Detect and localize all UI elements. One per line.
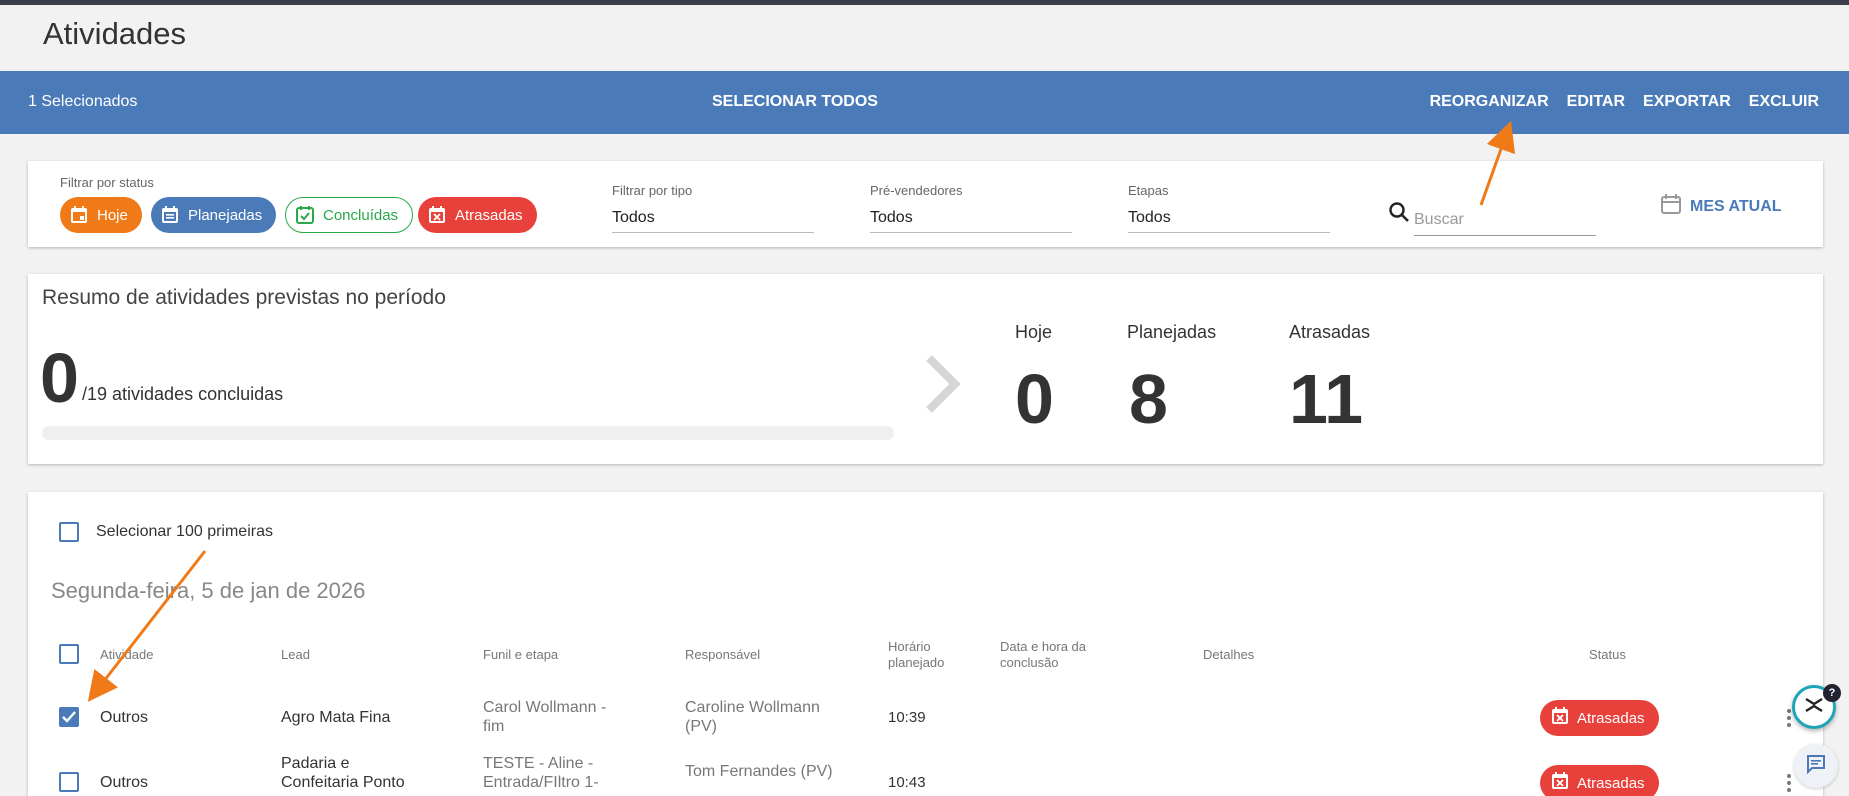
preseller-filter-label: Pré-vendedores (870, 183, 963, 198)
filter-chip-planejadas[interactable]: Planejadas (151, 197, 277, 233)
filter-chip-concluidas[interactable]: Concluídas (285, 197, 414, 233)
select-first-100-label: Selecionar 100 primeiras (96, 523, 273, 540)
status-badge: Atrasadas (1540, 765, 1659, 796)
status-filter-label: Filtrar por status (60, 175, 154, 190)
delete-button[interactable]: EXCLUIR (1749, 93, 1819, 111)
calendar-today-icon (68, 204, 90, 226)
preseller-filter-select[interactable]: Todos (870, 203, 1072, 233)
row-checkbox[interactable] (59, 772, 79, 792)
current-month-label: MES ATUAL (1690, 197, 1782, 215)
summary-card: Resumo de atividades previstas no períod… (28, 274, 1823, 464)
row-time: 10:43 (888, 774, 926, 791)
calendar-x-icon (1550, 771, 1570, 795)
completed-count: 0 (40, 339, 79, 417)
filter-chip-atrasadas[interactable]: Atrasadas (418, 197, 537, 233)
bulk-actions: REORGANIZAR EDITAR EXPORTAR EXCLUIR (1430, 93, 1819, 111)
type-filter-select[interactable]: Todos (612, 203, 814, 233)
export-button[interactable]: EXPORTAR (1643, 93, 1731, 111)
activity-list-card: Selecionar 100 primeiras Segunda-feira, … (28, 492, 1823, 796)
edit-button[interactable]: EDITAR (1567, 93, 1625, 111)
completed-total-text: /19 atividades concluidas (82, 384, 284, 404)
col-activity[interactable]: Atividade (100, 647, 153, 663)
stat-value: 0 (1015, 360, 1054, 438)
page-title: Atividades (43, 16, 187, 51)
help-question-icon: ? (1823, 684, 1841, 702)
summary-title: Resumo de atividades previstas no períod… (42, 286, 446, 309)
calendar-check-icon (294, 204, 316, 226)
stat-atrasadas: Atrasadas 11 (1289, 322, 1370, 439)
calendar-x-icon (1550, 706, 1570, 730)
row-owner: Tom Fernandes (PV) (685, 763, 833, 780)
search-input[interactable] (1414, 204, 1596, 236)
chip-label: Hoje (97, 206, 128, 224)
help-widget-button[interactable]: ? (1792, 684, 1841, 729)
top-strip (0, 0, 1849, 5)
row-owner: Caroline Wollmann (PV) (685, 699, 820, 735)
stat-label: Hoje (1015, 322, 1053, 342)
row-checkbox[interactable] (59, 707, 79, 727)
search-icon (1388, 201, 1410, 228)
col-owner[interactable]: Responsável (685, 647, 760, 663)
row-activity: Outros (100, 774, 149, 791)
stat-label: Planejadas (1127, 322, 1217, 342)
reorganize-button[interactable]: REORGANIZAR (1430, 93, 1549, 111)
select-all-button[interactable]: SELECIONAR TODOS (712, 93, 878, 111)
day-group-title: Segunda-feira, 5 de jan de 2026 (51, 578, 366, 603)
chat-button[interactable] (1794, 744, 1838, 788)
chip-label: Atrasadas (455, 206, 523, 224)
stat-value: 11 (1289, 360, 1363, 438)
stat-label: Atrasadas (1289, 322, 1371, 342)
stat-planejadas: Planejadas 8 (1127, 322, 1216, 439)
col-status[interactable]: Status (1589, 647, 1626, 663)
col-details[interactable]: Detalhes (1203, 647, 1254, 663)
col-planned-time[interactable]: Horário planejado (888, 639, 958, 671)
current-month-button[interactable]: MES ATUAL (1660, 193, 1782, 220)
stat-value: 8 (1129, 360, 1168, 438)
select-first-100-checkbox[interactable] (59, 522, 79, 542)
calendar-x-icon (426, 204, 448, 226)
calendar-icon (1660, 193, 1682, 220)
selection-action-bar: 1 Selecionados SELECIONAR TODOS REORGANI… (0, 71, 1849, 134)
row-lead[interactable]: Agro Mata Fina (281, 708, 390, 727)
stages-filter-select[interactable]: Todos (1128, 203, 1330, 233)
select-day-checkbox[interactable] (59, 644, 79, 664)
row-activity: Outros (100, 709, 149, 726)
check-icon (62, 711, 76, 723)
chip-label: Planejadas (188, 206, 263, 224)
col-completion[interactable]: Data e hora da conclusão (1000, 639, 1110, 671)
col-lead[interactable]: Lead (281, 647, 310, 663)
status-badge: Atrasadas (1540, 700, 1659, 736)
status-label: Atrasadas (1577, 774, 1645, 792)
status-label: Atrasadas (1577, 709, 1645, 727)
collapse-icon (1802, 693, 1826, 722)
row-funnel: TESTE - Aline - Entrada/FIltro 1- (483, 755, 599, 791)
filters-card: Filtrar por status Hoje Planejadas Concl… (28, 161, 1823, 247)
completion-progress-bar (42, 426, 894, 440)
stages-filter-label: Etapas (1128, 183, 1169, 198)
type-filter-label: Filtrar por tipo (612, 183, 693, 198)
col-funnel[interactable]: Funil e etapa (483, 647, 558, 663)
stat-hoje: Hoje 0 (1015, 322, 1054, 439)
row-menu-icon[interactable] (1787, 709, 1791, 727)
row-lead[interactable]: Padaria e Confeitaria Ponto (281, 754, 431, 792)
chip-label: Concluídas (323, 206, 399, 224)
chevron-right-icon (923, 354, 963, 419)
row-time: 10:39 (888, 709, 926, 726)
calendar-list-icon (159, 204, 181, 226)
row-funnel: Carol Wollmann - fim (483, 699, 607, 735)
filter-chip-hoje[interactable]: Hoje (60, 197, 142, 233)
row-menu-icon[interactable] (1787, 774, 1791, 792)
selected-count: 1 Selecionados (28, 93, 138, 110)
chat-icon (1805, 753, 1827, 780)
